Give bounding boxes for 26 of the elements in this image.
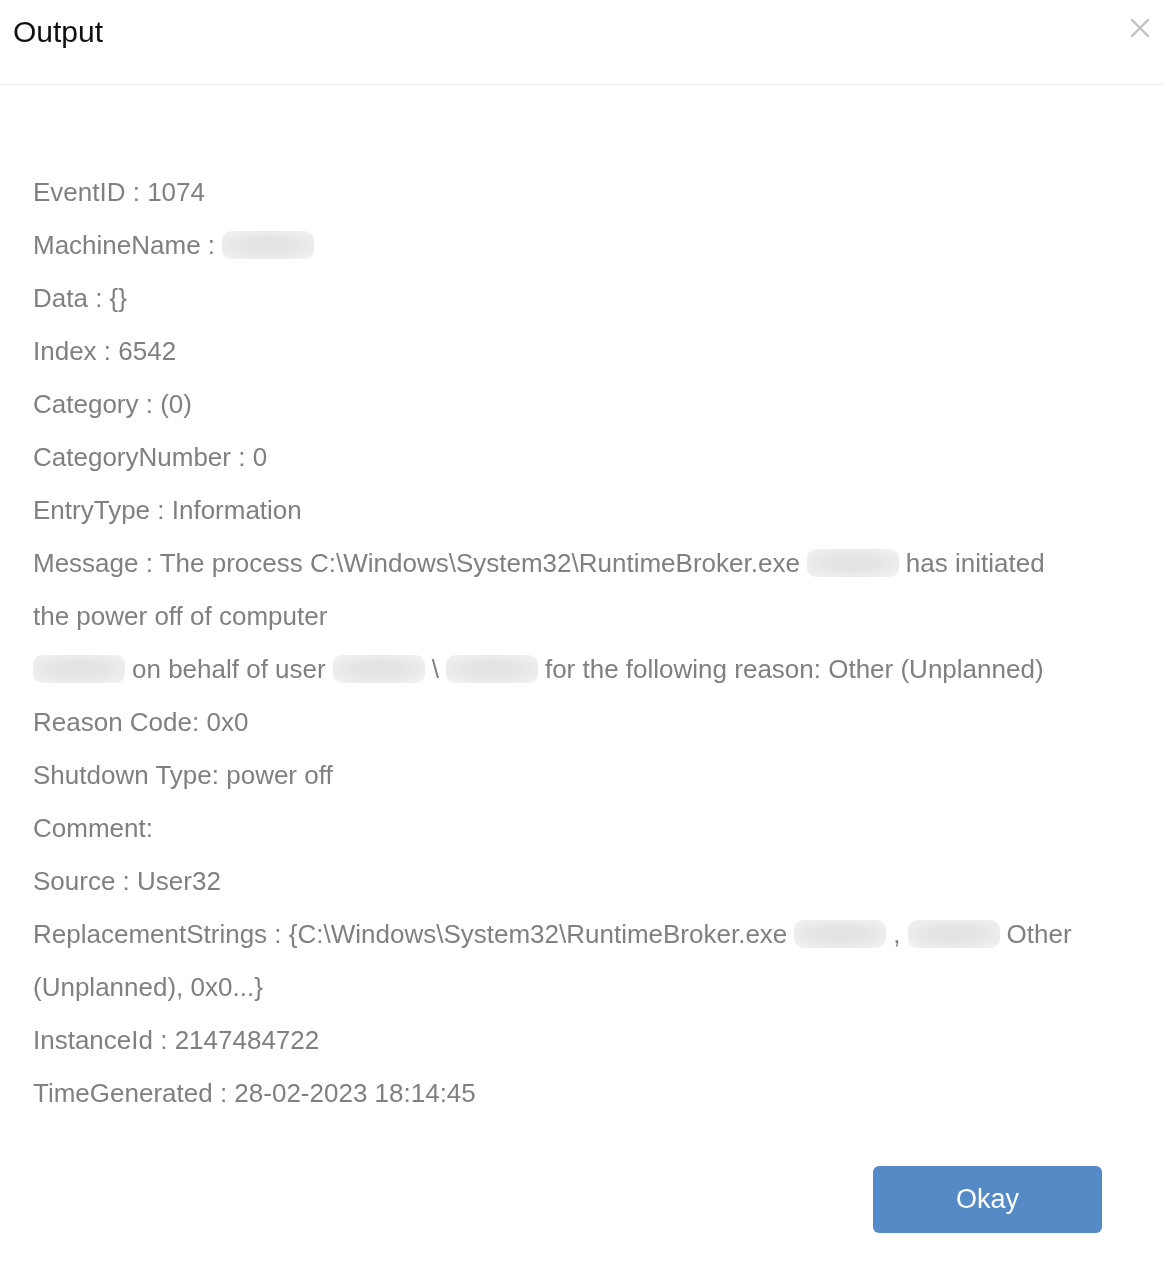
okay-button[interactable]: Okay: [873, 1166, 1102, 1233]
output-text: Data : {}: [33, 281, 127, 314]
output-text: TimeGenerated : 28-02-2023 18:14:45: [33, 1076, 476, 1109]
output-text: Reason Code: 0x0: [33, 705, 249, 738]
output-text: on behalf of user: [132, 652, 326, 685]
close-icon[interactable]: [1130, 18, 1150, 38]
output-text: EventID : 1074: [33, 175, 205, 208]
output-text: Message : The process C:\Windows\System32\RuntimeBroker.exe: [33, 546, 800, 579]
output-text: \: [431, 652, 439, 685]
output-text: Category : (0): [33, 387, 192, 420]
output-text: EntryType : Information: [33, 493, 302, 526]
output-text: Source : User32: [33, 864, 221, 897]
output-text: Other: [1006, 917, 1072, 950]
dialog-title: Output: [13, 14, 104, 50]
output-text: Index : 6542: [33, 334, 177, 367]
output-text: for the following reason: Other (Unplanned): [544, 652, 1044, 685]
output-text: CategoryNumber : 0: [33, 440, 268, 473]
output-text: Comment:: [33, 811, 153, 844]
output-text: ,: [893, 917, 901, 950]
output-text: Shutdown Type: power off: [33, 758, 333, 791]
output-text: (Unplanned), 0x0...}: [33, 970, 263, 1003]
output-text: MachineName :: [33, 228, 216, 261]
output-text: has initiated: [905, 546, 1045, 579]
output-text: the power off of computer: [33, 599, 328, 632]
output-text: ReplacementStrings : {C:\Windows\System32\RuntimeBroker.exe: [33, 917, 788, 950]
output-text: InstanceId : 2147484722: [33, 1023, 320, 1056]
